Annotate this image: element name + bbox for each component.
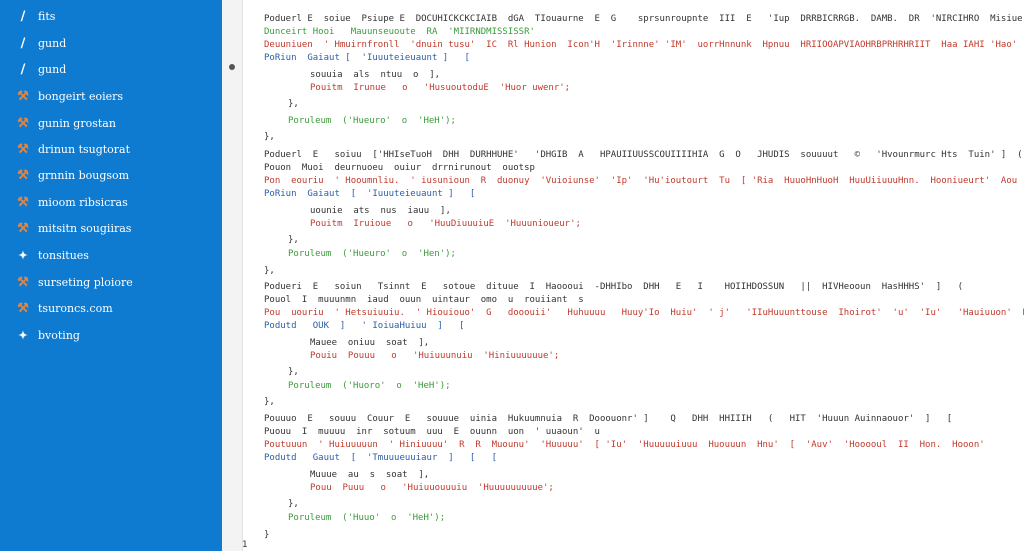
sidebar-item-5[interactable]: ⚒ gunin grostan xyxy=(14,112,116,134)
sidebar-item-label: grnnin bougsom xyxy=(38,168,130,182)
code-line: } xyxy=(264,530,270,540)
pen-icon: / xyxy=(20,8,26,24)
sidebar-item-6[interactable]: ⚒ drinun tsugtorat xyxy=(14,138,130,160)
sidebar-item-label: bongeirt eoiers xyxy=(38,89,124,103)
code-line: Pouitm Irunue o 'HusuoutoduE 'Huor uwenr… xyxy=(310,83,571,93)
tool-icon: ⚒ xyxy=(17,167,29,183)
code-line: Podueri E soiun Tsinnt E sotoue dituue I… xyxy=(264,282,963,292)
sidebar-item-1[interactable]: / fits xyxy=(14,5,56,27)
tool-icon: ⚒ xyxy=(17,194,29,210)
sidebar-item-8[interactable]: ⚒ mioom ribsicras xyxy=(14,191,128,213)
pen-icon: / xyxy=(20,35,26,51)
code-line: Pouu Puuu o 'Huiuuouuuiu 'Huuuuuuuuue'; xyxy=(310,483,554,493)
code-line: Muuue au s soat ], xyxy=(310,470,430,480)
pen-icon: / xyxy=(20,61,26,77)
code-line: Pouuuo E souuu Couur E souuue uinia Huku… xyxy=(264,414,953,424)
code-line: Poduerl E soiuu ['HHIseTuoH DHH DURHHUHE… xyxy=(264,150,1023,160)
tool-icon: ⚒ xyxy=(17,220,29,236)
code-line: }, xyxy=(288,367,299,377)
tool-icon: ⚒ xyxy=(17,274,29,290)
sidebar-item-label: mioom ribsicras xyxy=(38,195,128,209)
editor-gutter xyxy=(222,0,243,551)
sidebar-item-label: bvoting xyxy=(38,328,80,342)
code-line: Pon eouriu ' Hooumnliu. ' iusunioun R du… xyxy=(264,176,1018,186)
code-line: souuia als ntuu o ], xyxy=(310,70,441,80)
code-line: Podutd OUK ] ' IoiuaHuiuu ] [ xyxy=(264,321,465,331)
star-icon: ✦ xyxy=(18,248,28,262)
code-line: Poruleum ('Hueuro' o 'HeH'); xyxy=(288,116,456,126)
gutter-end-marker: 1 xyxy=(242,540,248,550)
code-line: uounie ats nus iauu ], xyxy=(310,206,451,216)
code-line: Pouon Muoi deurnuoeu ouiur drrnirunout o… xyxy=(264,163,535,173)
sidebar-item-label: mitsitn sougiiras xyxy=(38,221,132,235)
star-icon: ✦ xyxy=(18,328,28,342)
code-line: Dunceirt Hooi Mauunseuoute RA 'MIIRNDMIS… xyxy=(264,27,535,37)
sidebar-item-11[interactable]: ⚒ surseting ploiore xyxy=(14,271,133,293)
code-line: Puouu I muuuu inr sotuum uuu E ouunn uon… xyxy=(264,427,600,437)
tool-icon: ⚒ xyxy=(17,141,29,157)
sidebar-item-label: tsuroncs.com xyxy=(38,301,113,315)
code-line: Poruleum ('Huoro' o 'HeH'); xyxy=(288,381,451,391)
code-line: Pou uouriu ' Hetsuiuuiu. ' Hiouiouo' G d… xyxy=(264,308,1024,318)
code-line: Mauee oniuu soat ], xyxy=(310,338,430,348)
code-line: Pouitm Iruioue o 'HuuDiuuuiuE 'Huuunioue… xyxy=(310,219,581,229)
code-line: }, xyxy=(288,235,299,245)
code-line: Poduerl E soiue Psiupe E DOCUHICKCKCIAIB… xyxy=(264,14,1024,24)
code-line: Poruleum ('Hueuro' o 'Hen'); xyxy=(288,249,456,259)
code-editor[interactable]: Poduerl E soiue Psiupe E DOCUHICKCKCIAIB… xyxy=(262,0,1024,551)
sidebar-item-label: fits xyxy=(38,9,56,23)
code-line: }, xyxy=(288,499,299,509)
code-line: Poruleum ('Huuo' o 'HeH'); xyxy=(288,513,446,523)
code-line: Podutd Gauut [ 'Tmuuueuuiaur ] [ [ xyxy=(264,453,497,463)
sidebar-item-4[interactable]: ⚒ bongeirt eoiers xyxy=(14,85,123,107)
tool-icon: ⚒ xyxy=(17,115,29,131)
sidebar-item-label: gund xyxy=(38,36,67,50)
sidebar-item-7[interactable]: ⚒ grnnin bougsom xyxy=(14,164,129,186)
code-line: }, xyxy=(264,132,275,142)
sidebar-item-2[interactable]: / gund xyxy=(14,32,67,54)
sidebar-item-label: tonsitues xyxy=(38,248,89,262)
sidebar-item-12[interactable]: ⚒ tsuroncs.com xyxy=(14,297,113,319)
code-line: }, xyxy=(264,397,275,407)
code-line: PoRiun Gaiaut [ 'Iuuuteieuaunt ] [ xyxy=(264,189,476,199)
code-line: Poutuuun ' Huiuuuuun ' Hiniuuuu' R R Muo… xyxy=(264,440,985,450)
sidebar-item-3[interactable]: / gund xyxy=(14,58,67,80)
code-line: PoRiun Gaiaut [ 'Iuuuteieuaunt ] [ xyxy=(264,53,470,63)
code-line: }, xyxy=(264,266,275,276)
sidebar-item-label: drinun tsugtorat xyxy=(38,142,131,156)
code-line: Pouiu Pouuu o 'Huiuuunuiu 'Hiniuuuuuue'; xyxy=(310,351,560,361)
sidebar: / fits / gund / gund ⚒ bongeirt eoiers ⚒ guni… xyxy=(0,0,222,551)
code-line: Deuuniuen ' Hmuirnfronll 'dnuin tusu' IC… xyxy=(264,40,1018,50)
sidebar-item-9[interactable]: ⚒ mitsitn sougiiras xyxy=(14,217,131,239)
sidebar-item-label: surseting ploiore xyxy=(38,275,133,289)
sidebar-item-label: gunin grostan xyxy=(38,116,116,130)
sidebar-item-10[interactable]: ✦ tonsitues xyxy=(14,244,89,266)
sidebar-item-13[interactable]: ✦ bvoting xyxy=(14,324,80,346)
code-line: Pouol I muuunmn iaud ouun uintaur omo u … xyxy=(264,295,584,305)
sidebar-item-label: gund xyxy=(38,62,67,76)
code-line: }, xyxy=(288,99,299,109)
tool-icon: ⚒ xyxy=(17,300,29,316)
tool-icon: ⚒ xyxy=(17,88,29,104)
breakpoint-icon[interactable] xyxy=(229,64,235,70)
